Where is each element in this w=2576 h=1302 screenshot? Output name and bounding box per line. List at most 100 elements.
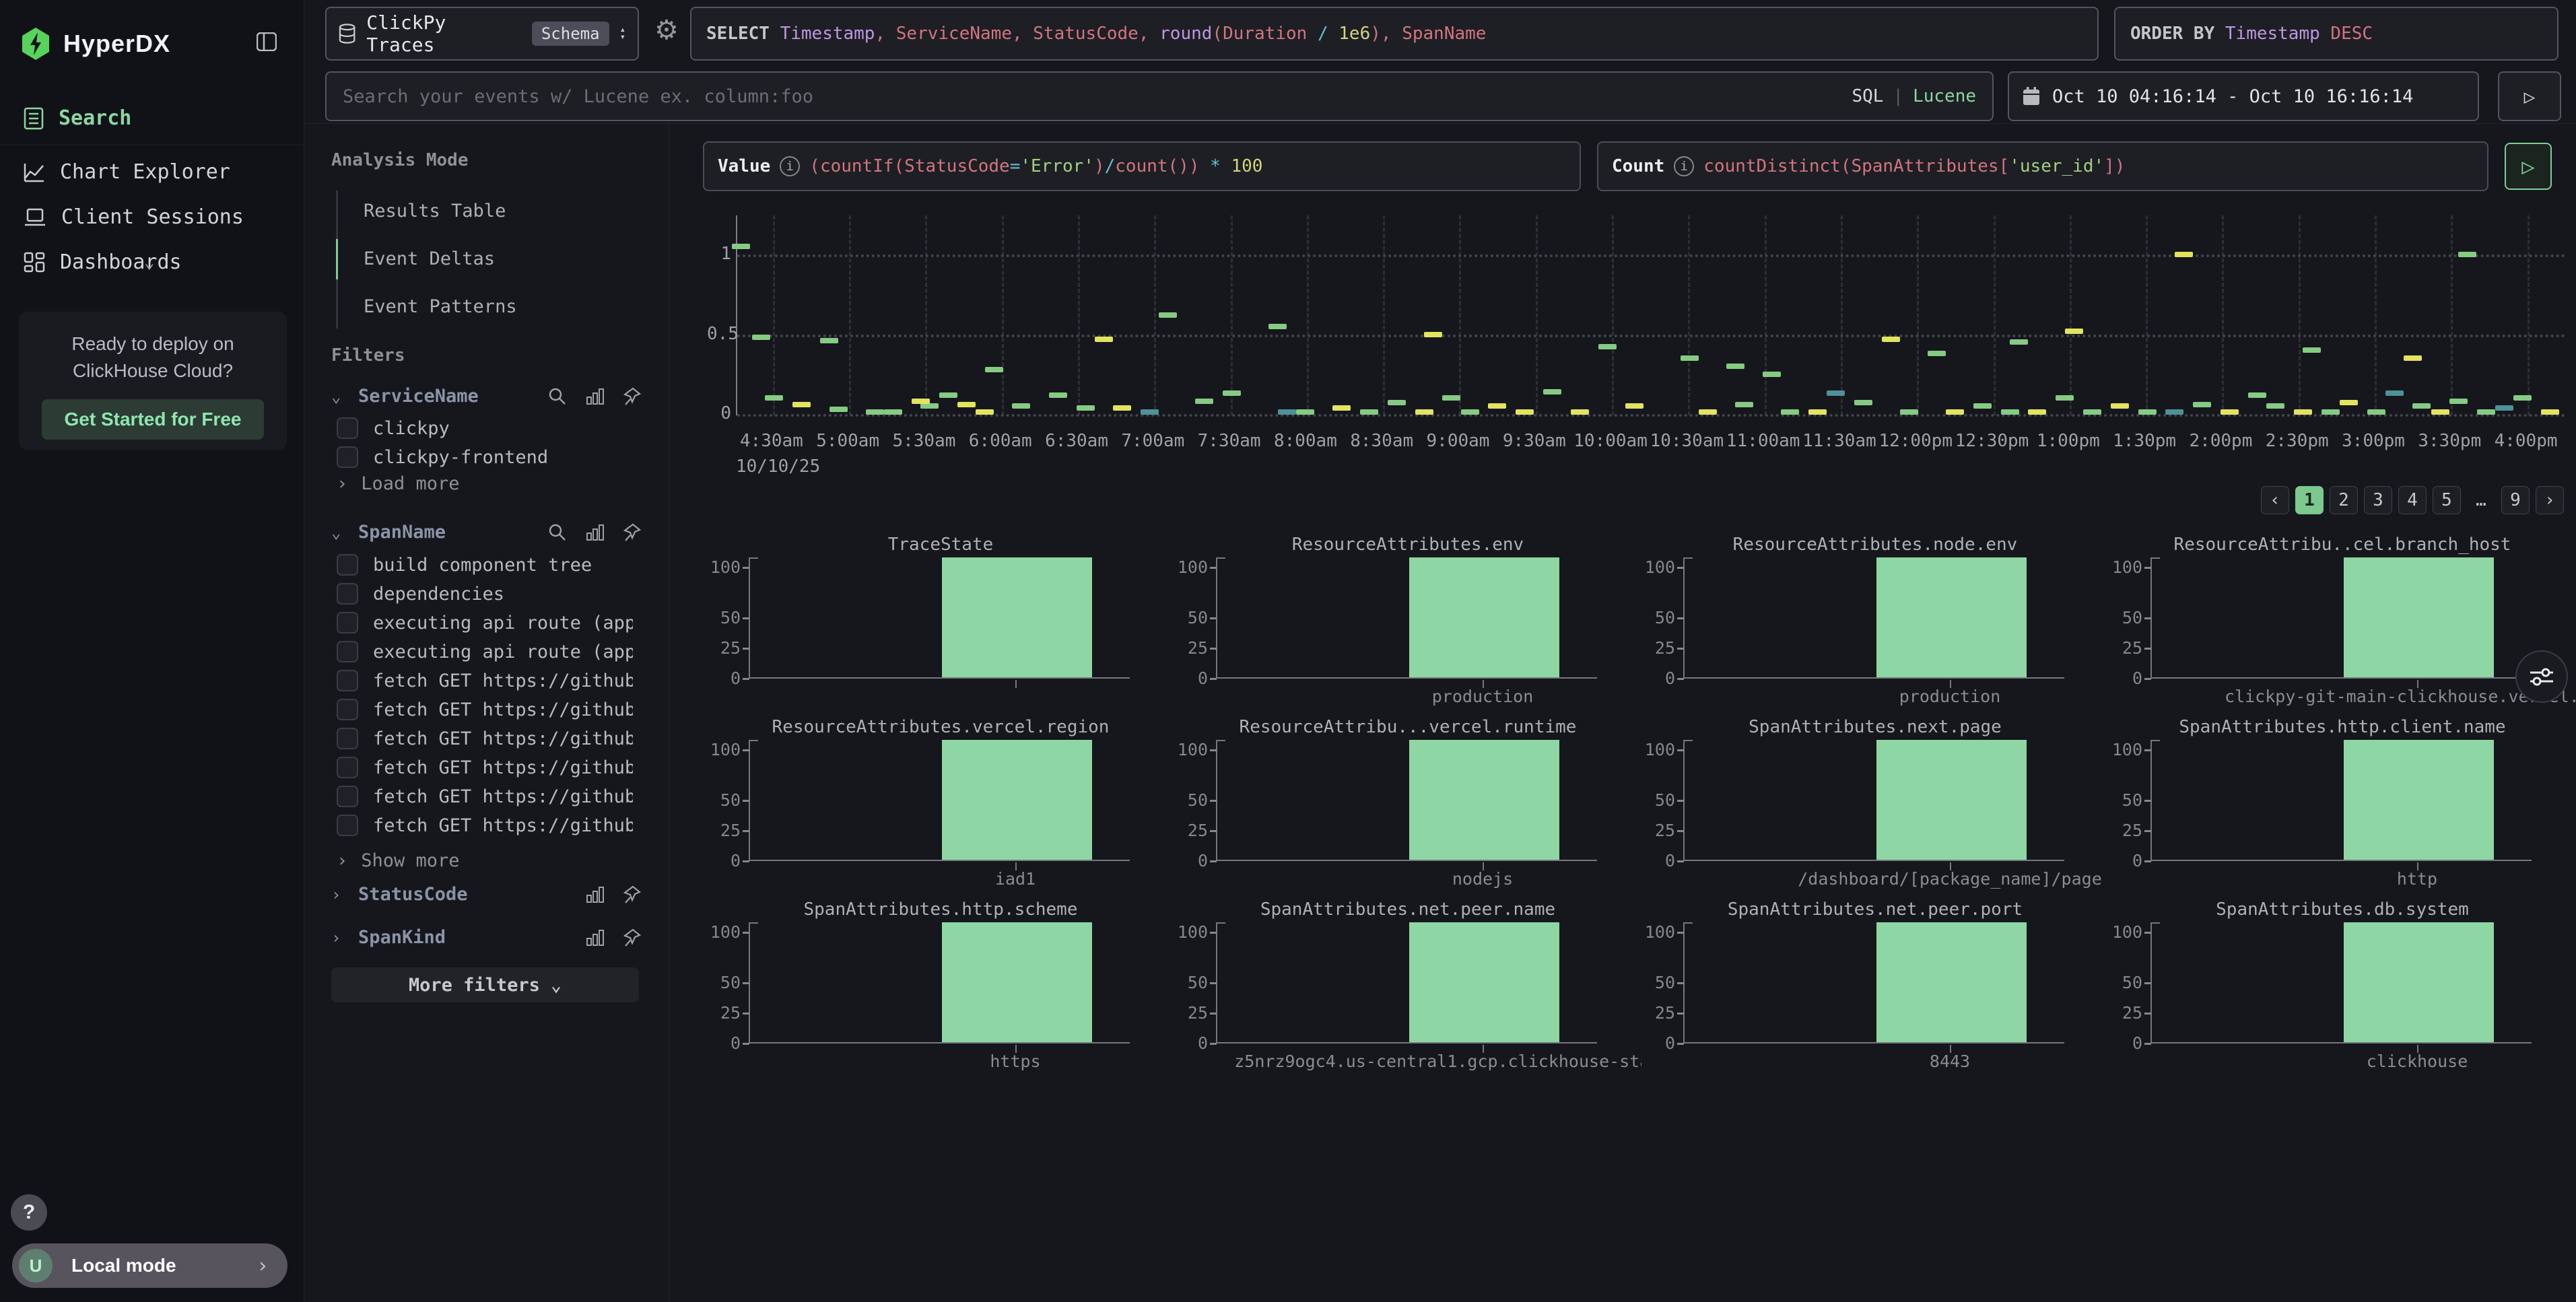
data-point[interactable] (1049, 392, 1067, 398)
lucene-mode-button[interactable]: Lucene (1913, 86, 1976, 106)
data-point[interactable] (1946, 409, 1964, 415)
data-point[interactable] (1543, 389, 1561, 395)
checkbox[interactable] (337, 583, 358, 605)
page-button[interactable]: 3 (2364, 486, 2392, 514)
data-point[interactable] (1223, 390, 1241, 396)
bar-chart-icon[interactable] (586, 929, 605, 947)
data-point[interactable] (1141, 409, 1159, 415)
data-point[interactable] (1488, 403, 1506, 409)
data-point[interactable] (1882, 337, 1900, 342)
filter-group-servicename[interactable]: ⌄ ServiceName (331, 386, 641, 407)
checkbox[interactable] (337, 554, 358, 576)
analysis-mode-results-table[interactable]: Results Table (364, 201, 506, 221)
bar[interactable] (1409, 740, 1559, 860)
filter-checkbox-item[interactable]: fetch GET https://github.… (337, 815, 633, 836)
checkbox[interactable] (337, 417, 358, 439)
data-point[interactable] (1195, 399, 1213, 404)
bar-chart-icon[interactable] (586, 388, 605, 405)
data-point[interactable] (2449, 399, 2468, 404)
filter-checkbox-item[interactable]: clickpy-frontend (337, 446, 633, 468)
get-started-button[interactable]: Get Started for Free (42, 399, 265, 440)
data-point[interactable] (2367, 409, 2385, 415)
data-point[interactable] (1854, 400, 1872, 405)
local-mode-button[interactable]: U Local mode › (12, 1243, 287, 1288)
date-range-picker[interactable]: Oct 10 04:16:14 - Oct 10 16:16:14 (2008, 71, 2479, 121)
show-more-button[interactable]: › Show more (337, 850, 460, 871)
data-point[interactable] (1415, 409, 1433, 415)
data-point[interactable] (2175, 252, 2193, 257)
bar[interactable] (1876, 922, 2027, 1042)
data-point[interactable] (1699, 409, 1717, 415)
page-button[interactable]: 5 (2433, 486, 2461, 514)
analysis-mode-event-patterns[interactable]: Event Patterns (364, 296, 517, 317)
filter-group-statuscode[interactable]: › StatusCode (331, 884, 641, 905)
data-point[interactable] (866, 409, 884, 415)
data-point[interactable] (792, 402, 811, 407)
data-point[interactable] (1332, 405, 1351, 411)
data-point[interactable] (1681, 355, 1699, 361)
page-button[interactable]: 1 (2295, 486, 2324, 514)
data-point[interactable] (1268, 324, 1287, 329)
mini-chart[interactable]: TraceState10050250 (707, 533, 1174, 716)
checkbox[interactable] (337, 641, 358, 662)
data-point[interactable] (1516, 409, 1534, 415)
data-point[interactable] (884, 409, 902, 415)
data-point[interactable] (1625, 403, 1643, 409)
mini-chart[interactable]: ResourceAttribu..cel.branch_host10050250… (2109, 533, 2576, 716)
run-analysis-button[interactable]: ▷ (2505, 143, 2552, 190)
pin-icon[interactable] (623, 387, 641, 406)
page-button[interactable]: 2 (2330, 486, 2358, 514)
data-point[interactable] (2138, 409, 2157, 415)
data-point[interactable] (1726, 364, 1744, 369)
data-point[interactable] (2028, 409, 2046, 415)
data-point[interactable] (2165, 409, 2183, 415)
data-point[interactable] (2111, 403, 2129, 409)
filter-group-spanname[interactable]: ⌄ SpanName (331, 522, 641, 543)
data-point[interactable] (2065, 329, 2083, 334)
data-point[interactable] (1388, 400, 1406, 405)
value-expression-input[interactable]: Value i (countIf(StatusCode='Error')/cou… (703, 141, 1581, 191)
settings-gear-icon[interactable]: ⚙ (654, 15, 679, 46)
data-point[interactable] (2513, 395, 2532, 401)
bar[interactable] (942, 740, 1092, 860)
page-button[interactable]: 9 (2501, 486, 2530, 514)
data-point[interactable] (1598, 344, 1617, 349)
data-point[interactable] (1095, 337, 1113, 342)
data-point[interactable] (1928, 351, 1946, 356)
data-point[interactable] (1571, 409, 1589, 415)
checkbox[interactable] (337, 612, 358, 633)
count-expression-input[interactable]: Count i countDistinct(SpanAttributes['us… (1597, 141, 2488, 191)
data-point[interactable] (765, 395, 783, 401)
data-point[interactable] (2412, 403, 2431, 409)
prev-button[interactable]: ‹ (2261, 486, 2289, 514)
data-point[interactable] (976, 409, 994, 415)
data-point[interactable] (1442, 395, 1460, 401)
pin-icon[interactable] (623, 523, 641, 542)
data-point[interactable] (820, 338, 838, 343)
bar[interactable] (1876, 740, 2027, 860)
data-point[interactable] (2477, 409, 2495, 415)
mini-chart[interactable]: ResourceAttribu...vercel.runtime10050250… (1174, 716, 1641, 898)
data-point[interactable] (1278, 409, 1296, 415)
data-point[interactable] (2431, 409, 2449, 415)
sidebar-item-search[interactable]: Search (24, 106, 131, 130)
filter-group-spankind[interactable]: › SpanKind (331, 927, 641, 948)
bar[interactable] (1409, 922, 1559, 1042)
filter-checkbox-item[interactable]: fetch GET https://github.… (337, 670, 633, 691)
sidebar-collapse-icon[interactable] (257, 32, 277, 56)
pin-icon[interactable] (623, 928, 641, 947)
data-point[interactable] (2495, 405, 2513, 411)
data-point[interactable] (2321, 409, 2340, 415)
chart-settings-fab[interactable] (2515, 650, 2568, 703)
source-select[interactable]: ClickPy Traces Schema ▴▾ (325, 7, 639, 61)
data-point[interactable] (1900, 409, 1918, 415)
filter-checkbox-item[interactable]: fetch GET https://github.… (337, 757, 633, 778)
data-point[interactable] (957, 402, 976, 407)
data-point[interactable] (2303, 347, 2321, 353)
data-point[interactable] (2056, 395, 2074, 401)
mini-chart[interactable]: SpanAttributes.http.scheme10050250https (707, 898, 1174, 1081)
data-point[interactable] (1012, 403, 1030, 409)
data-point[interactable] (985, 367, 1003, 372)
data-point[interactable] (1781, 409, 1799, 415)
sidebar-item-client-sessions[interactable]: Client Sessions (24, 205, 244, 229)
